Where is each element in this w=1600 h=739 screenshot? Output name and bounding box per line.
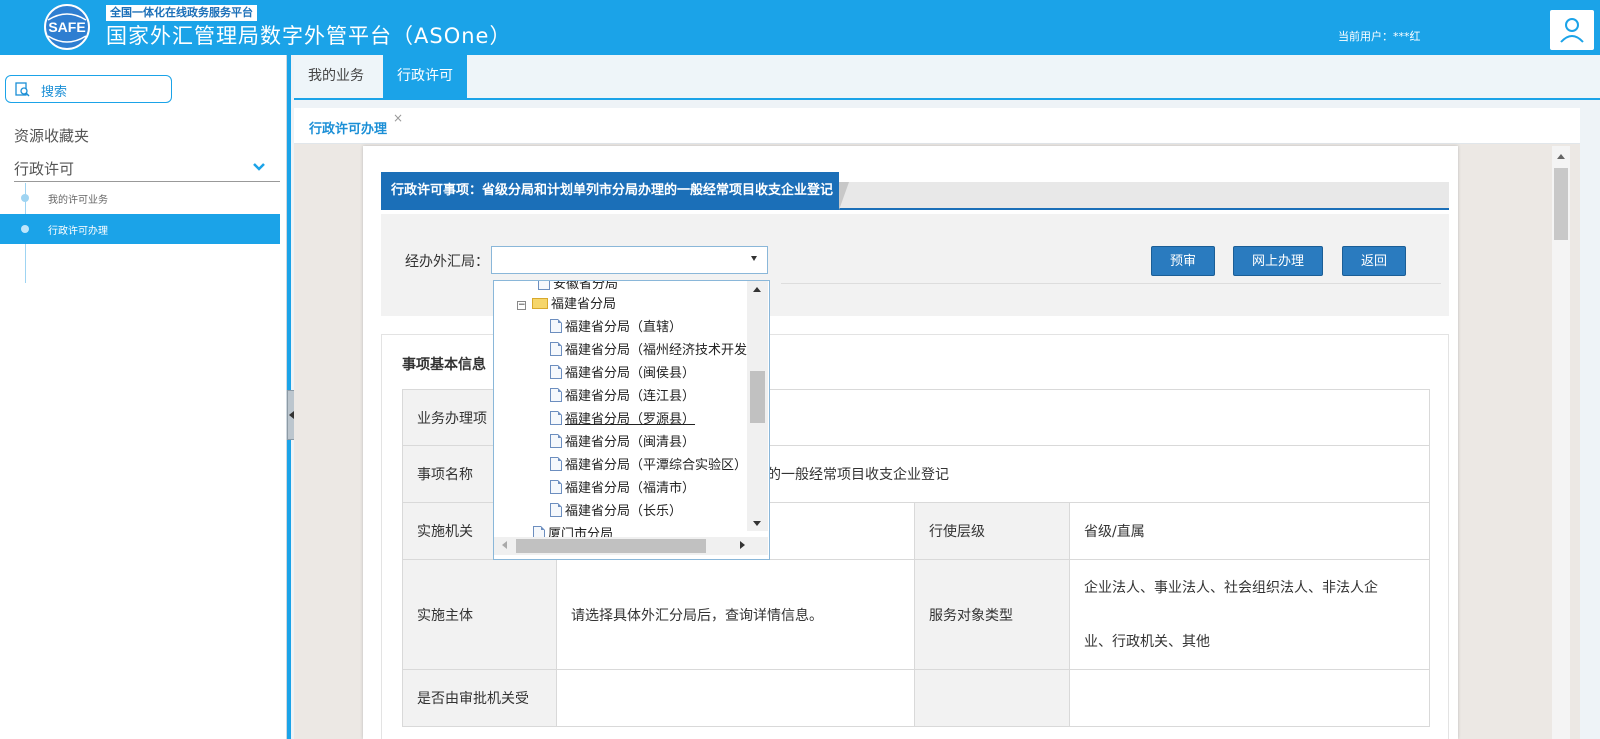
- top-header: SAFE 全国一体化在线政务服务平台 国家外汇管理局数字外管平台（ASOne） …: [0, 0, 1600, 55]
- nav-group-admin-license[interactable]: 行政许可: [14, 158, 280, 182]
- cell-key: 是否由审批机关受: [402, 669, 557, 727]
- tab-my-business[interactable]: 我的业务: [294, 55, 378, 98]
- scrollbar-thumb[interactable]: [750, 371, 765, 423]
- close-icon[interactable]: ×: [393, 111, 403, 125]
- back-button[interactable]: 返回: [1342, 246, 1406, 276]
- site-title: 国家外汇管理局数字外管平台（ASOne）: [106, 24, 512, 48]
- file-icon: [550, 457, 562, 471]
- file-icon: [550, 342, 562, 356]
- tree-item-hovered[interactable]: 福建省分局（罗源县）: [550, 408, 695, 427]
- file-icon: [550, 503, 562, 517]
- search-icon: [15, 82, 30, 97]
- sidebar-item-label: 我的许可业务: [48, 195, 108, 206]
- tree-item[interactable]: 福建省分局（福州经济技术开发区）: [550, 339, 769, 358]
- collapse-icon[interactable]: −: [517, 301, 526, 310]
- sidebar-item-license-processing[interactable]: 行政许可办理: [0, 214, 280, 244]
- tree-item[interactable]: 福建省分局（闽侯县）: [550, 362, 695, 381]
- search-label: 搜索: [41, 85, 68, 100]
- page-scrollbar[interactable]: [1552, 146, 1570, 739]
- platform-slogan: 全国一体化在线政务服务平台: [106, 5, 257, 21]
- dropdown-hscrollbar[interactable]: [494, 537, 768, 555]
- file-icon: [550, 365, 562, 379]
- scrollbar-thumb[interactable]: [516, 539, 706, 553]
- chevron-down-icon: [253, 163, 265, 171]
- table-row: 是否由审批机关受: [402, 669, 1430, 727]
- preview-button[interactable]: 预审: [1151, 246, 1215, 276]
- scroll-left-icon[interactable]: [502, 541, 507, 549]
- scrollbar-thumb[interactable]: [1554, 168, 1568, 240]
- sidebar-item-label: 行政许可办理: [48, 226, 108, 237]
- bullet-icon: [21, 225, 29, 233]
- tree-item[interactable]: 福建省分局（平潭综合实验区）: [550, 454, 747, 473]
- subtab-license-processing[interactable]: 行政许可办理: [309, 118, 387, 137]
- section-title: 事项基本信息: [402, 357, 486, 373]
- file-icon: [550, 319, 562, 333]
- file-icon: [538, 281, 550, 290]
- folder-icon: [532, 298, 548, 309]
- tree-item[interactable]: 福建省分局（直辖）: [550, 316, 682, 335]
- file-icon: [550, 480, 562, 494]
- scroll-down-icon[interactable]: [753, 521, 761, 526]
- cell-line: 企业法人、事业法人、社会组织法人、非法人企: [1084, 579, 1378, 596]
- cell-line: 业、行政机关、其他: [1084, 633, 1210, 650]
- bullet-icon: [21, 194, 29, 202]
- cell-key: [914, 669, 1070, 727]
- cell-key: 行使层级: [914, 502, 1070, 560]
- cell-key: 服务对象类型: [914, 559, 1070, 670]
- dropdown-arrow-icon: [751, 256, 757, 261]
- cell-value: 企业法人、事业法人、社会组织法人、非法人企 业、行政机关、其他: [1069, 559, 1430, 670]
- cell-value: [1069, 669, 1430, 727]
- scroll-up-icon[interactable]: [1557, 154, 1565, 159]
- page-title: 行政许可事项：省级分局和计划单列市分局办理的一般经常项目收支企业登记: [381, 172, 839, 210]
- tree-item[interactable]: 福建省分局（福清市）: [550, 477, 695, 496]
- nav-group-label: 行政许可: [14, 160, 75, 178]
- tree-item[interactable]: 安徽省分局: [538, 281, 618, 292]
- cell-value: 请选择具体外汇分局后，查询详情信息。: [556, 559, 915, 670]
- bureau-dropdown-tree[interactable]: 安徽省分局 − 福建省分局 福建省分局（直辖） 福建省分局（福州经济技术开发区） …: [493, 280, 770, 560]
- tree-item[interactable]: 福建省分局（闽清县）: [550, 431, 695, 450]
- online-process-button[interactable]: 网上办理: [1233, 246, 1323, 276]
- sidebar-search[interactable]: 搜索: [5, 75, 172, 103]
- tree-item[interactable]: 福建省分局（连江县）: [550, 385, 695, 404]
- table-row: 实施主体 请选择具体外汇分局后，查询详情信息。 服务对象类型 企业法人、事业法人…: [402, 559, 1430, 670]
- scroll-right-icon[interactable]: [740, 541, 745, 549]
- sidebar-item-my-licenses[interactable]: 我的许可业务: [0, 183, 280, 213]
- file-icon: [550, 434, 562, 448]
- bureau-select[interactable]: [491, 246, 768, 274]
- user-icon: [1560, 18, 1584, 43]
- user-menu-button[interactable]: [1550, 10, 1594, 50]
- bureau-label: 经办外汇局：: [405, 254, 489, 270]
- safe-logo: SAFE: [44, 4, 90, 50]
- current-user: 当前用户：***红: [1338, 30, 1421, 43]
- file-icon: [550, 411, 562, 425]
- tree-item-fujian[interactable]: − 福建省分局: [517, 293, 616, 312]
- logo-text: SAFE: [48, 19, 85, 35]
- tree-item[interactable]: 福建省分局（长乐）: [550, 500, 682, 519]
- sidebar: 搜索 资源收藏夹 行政许可 我的许可业务 行政许可办理: [0, 55, 287, 739]
- sub-tabs: 行政许可办理 ×: [294, 108, 1580, 144]
- scroll-up-icon[interactable]: [753, 287, 761, 292]
- file-icon: [550, 388, 562, 402]
- cell-value: [556, 669, 915, 727]
- favorites-link[interactable]: 资源收藏夹: [14, 125, 89, 146]
- tab-admin-license[interactable]: 行政许可: [383, 55, 467, 98]
- divider: [781, 283, 1441, 284]
- cell-value: 省级/直属: [1069, 502, 1430, 560]
- main-tabs: 我的业务 行政许可: [294, 55, 1600, 100]
- cell-key: 实施主体: [402, 559, 557, 670]
- ribbon-tail: [839, 182, 849, 210]
- dropdown-vscrollbar[interactable]: [747, 281, 768, 531]
